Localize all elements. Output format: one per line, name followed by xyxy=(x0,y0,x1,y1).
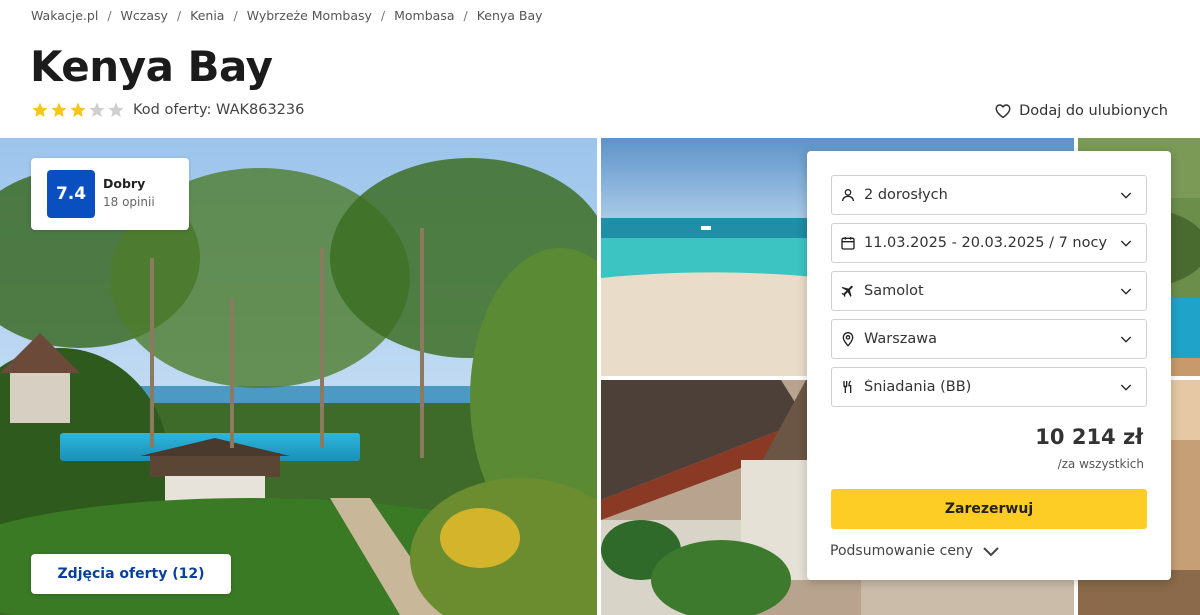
total-price: 10 214 zł xyxy=(1035,425,1143,449)
dates-select[interactable]: 11.03.2025 - 20.03.2025 / 7 nocy xyxy=(831,223,1147,263)
hotel-stars xyxy=(31,101,125,119)
star-icon xyxy=(88,101,106,119)
departure-city-select[interactable]: Warszawa xyxy=(831,319,1147,359)
chevron-down-icon xyxy=(1118,235,1134,251)
dates-value: 11.03.2025 - 20.03.2025 / 7 nocy xyxy=(864,235,1108,251)
transport-value: Samolot xyxy=(864,283,924,299)
transport-select[interactable]: Samolot xyxy=(831,271,1147,311)
breadcrumb-separator: / xyxy=(380,8,386,23)
breadcrumb-item-hotel[interactable]: Kenya Bay xyxy=(477,8,543,23)
calendar-icon xyxy=(840,235,856,251)
breadcrumb-item-kenia[interactable]: Kenia xyxy=(190,8,224,23)
travelers-value: 2 dorosłych xyxy=(864,187,948,203)
chevron-down-icon xyxy=(981,544,1001,558)
add-to-favorites-button[interactable]: Dodaj do ulubionych xyxy=(994,102,1168,120)
board-select[interactable]: Śniadania (BB) xyxy=(831,367,1147,407)
photos-button[interactable]: Zdjęcia oferty (12) xyxy=(31,554,231,594)
breadcrumb-separator: / xyxy=(107,8,112,23)
rating-score-badge: 7.4 xyxy=(47,170,95,218)
chevron-down-icon xyxy=(1118,379,1134,395)
board-value: Śniadania (BB) xyxy=(864,379,972,395)
rating-card[interactable]: 7.4 Dobry 18 opinii xyxy=(31,158,189,230)
offer-code: Kod oferty: WAK863236 xyxy=(133,102,305,118)
add-to-favorites-label: Dodaj do ulubionych xyxy=(1019,103,1168,119)
breadcrumb-separator: / xyxy=(463,8,468,23)
star-icon xyxy=(31,101,49,119)
departure-city-value: Warszawa xyxy=(864,331,938,347)
plane-icon xyxy=(840,283,856,299)
travelers-select[interactable]: 2 dorosłych xyxy=(831,175,1147,215)
booking-panel: 2 dorosłych 11.03.2025 - 20.03.2025 / 7 … xyxy=(807,151,1171,580)
star-icon xyxy=(50,101,68,119)
chevron-down-icon xyxy=(1118,283,1134,299)
price-summary-toggle[interactable]: Podsumowanie ceny xyxy=(830,543,1001,559)
page-title: Kenya Bay xyxy=(30,42,273,91)
breadcrumb: Wakacje.pl / Wczasy / Kenia / Wybrzeże M… xyxy=(31,8,543,23)
star-icon xyxy=(107,101,125,119)
breadcrumb-item-wczasy[interactable]: Wczasy xyxy=(121,8,168,23)
breadcrumb-item-home[interactable]: Wakacje.pl xyxy=(31,8,98,23)
price-summary-label: Podsumowanie ceny xyxy=(830,543,974,559)
person-icon xyxy=(840,187,856,203)
review-count[interactable]: 18 opinii xyxy=(103,195,155,209)
heart-icon xyxy=(994,102,1012,120)
price-note: /za wszystkich xyxy=(1057,457,1144,471)
chevron-down-icon xyxy=(1118,187,1134,203)
star-icon xyxy=(69,101,87,119)
chevron-down-icon xyxy=(1118,331,1134,347)
location-pin-icon xyxy=(840,331,856,347)
cutlery-icon xyxy=(840,379,856,395)
reserve-button[interactable]: Zarezerwuj xyxy=(831,489,1147,529)
breadcrumb-separator: / xyxy=(233,8,238,23)
breadcrumb-item-region[interactable]: Wybrzeże Mombasy xyxy=(247,8,372,23)
breadcrumb-separator: / xyxy=(176,8,182,23)
breadcrumb-item-city[interactable]: Mombasa xyxy=(394,8,454,23)
rating-label: Dobry xyxy=(103,176,146,191)
